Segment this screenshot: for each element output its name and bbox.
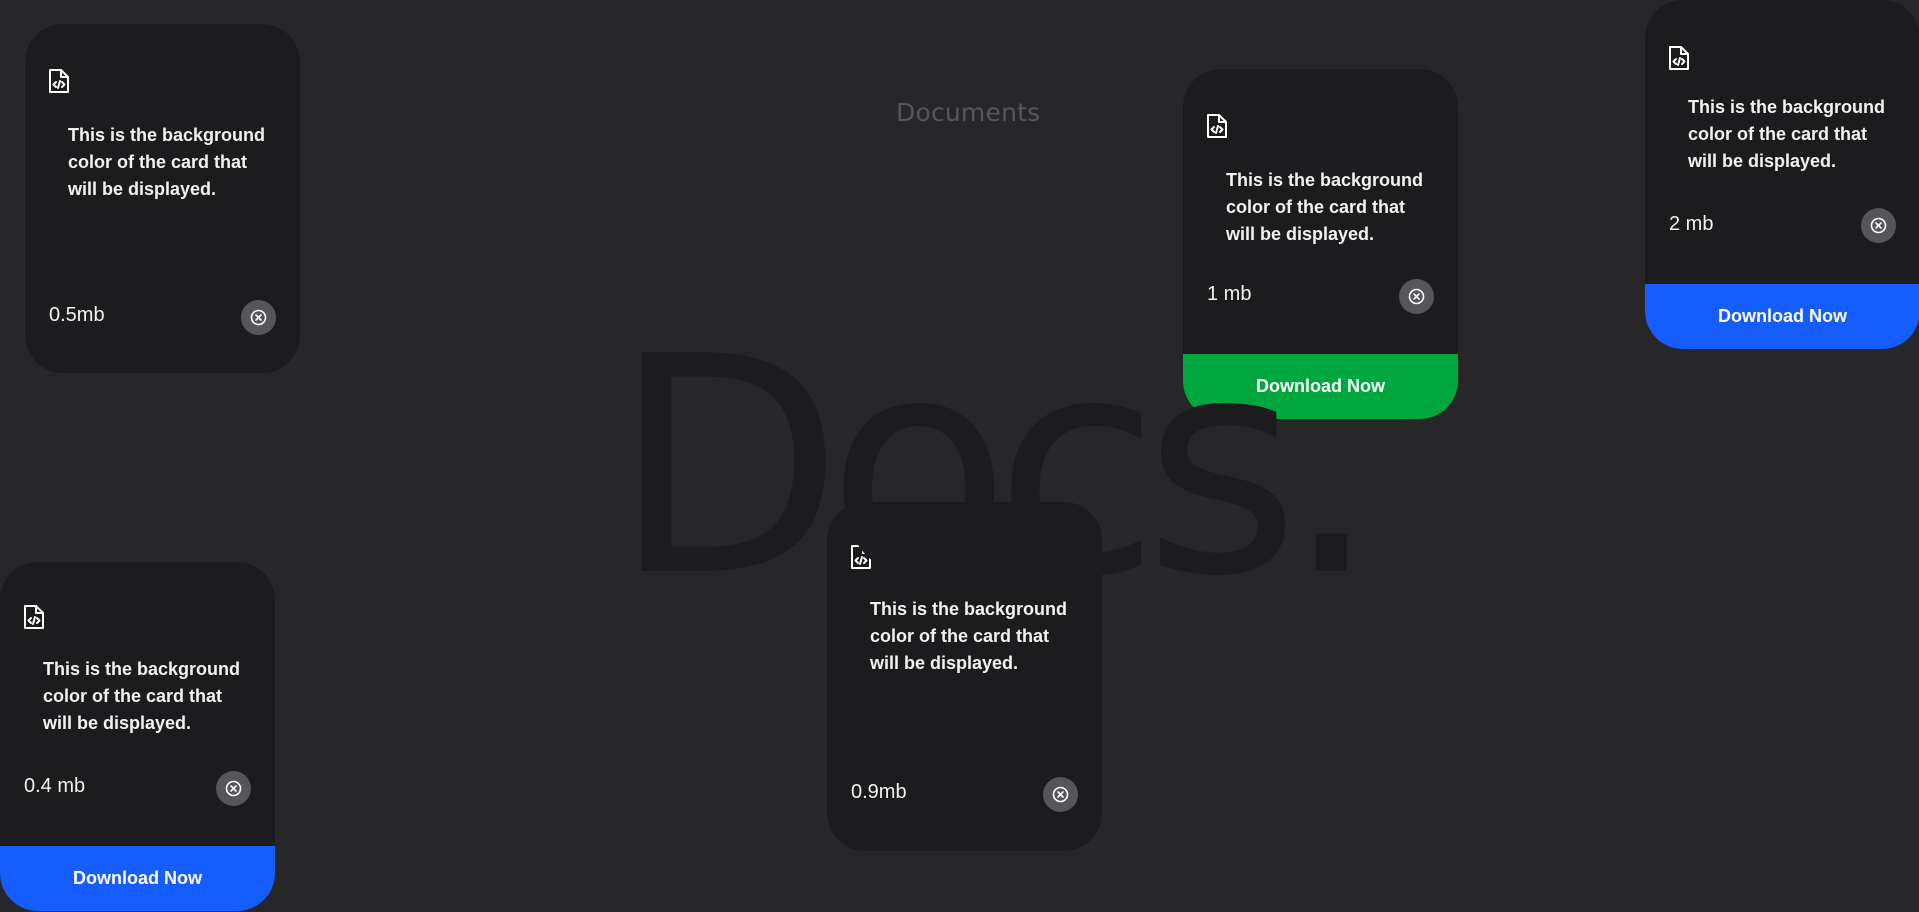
close-circle-icon	[1870, 217, 1887, 234]
close-circle-icon	[250, 309, 267, 326]
card-description: This is the background color of the card…	[1226, 170, 1424, 244]
document-card: This is the background color of the card…	[0, 562, 275, 911]
download-button[interactable]: Download Now	[1645, 284, 1919, 349]
file-code-icon	[48, 68, 70, 94]
app-stage: Documents This is the background color o…	[0, 0, 1919, 912]
file-size: 1 mb	[1207, 283, 1252, 305]
card-description: This is the background color of the card…	[870, 599, 1068, 673]
document-card: This is the background color of the card…	[1183, 69, 1458, 419]
page-title: Documents	[896, 98, 1041, 127]
card-description: This is the background color of the card…	[68, 125, 266, 199]
card-description: This is the background color of the card…	[1688, 97, 1886, 171]
document-card: This is the background color of the card…	[1645, 0, 1919, 349]
close-circle-icon	[225, 780, 242, 797]
remove-button[interactable]	[1043, 777, 1078, 812]
file-size: 2 mb	[1669, 213, 1714, 235]
file-code-icon	[23, 604, 45, 630]
remove-button[interactable]	[1861, 208, 1896, 243]
file-size: 0.4 mb	[24, 775, 86, 797]
document-card: This is the background color of the card…	[827, 502, 1102, 851]
close-circle-icon	[1052, 786, 1069, 803]
file-size: 0.9mb	[851, 781, 907, 803]
remove-button[interactable]	[216, 771, 251, 806]
download-button[interactable]: Download Now	[0, 846, 275, 911]
document-card: This is the background color of the card…	[25, 24, 300, 373]
close-circle-icon	[1408, 288, 1425, 305]
file-code-icon	[1668, 45, 1690, 71]
remove-button[interactable]	[241, 300, 276, 335]
card-description: This is the background color of the card…	[43, 659, 241, 733]
download-button[interactable]: Download Now	[1183, 354, 1458, 419]
file-size: 0.5mb	[49, 304, 105, 326]
file-code-icon	[1206, 113, 1228, 139]
file-code-icon	[850, 544, 872, 570]
remove-button[interactable]	[1399, 279, 1434, 314]
